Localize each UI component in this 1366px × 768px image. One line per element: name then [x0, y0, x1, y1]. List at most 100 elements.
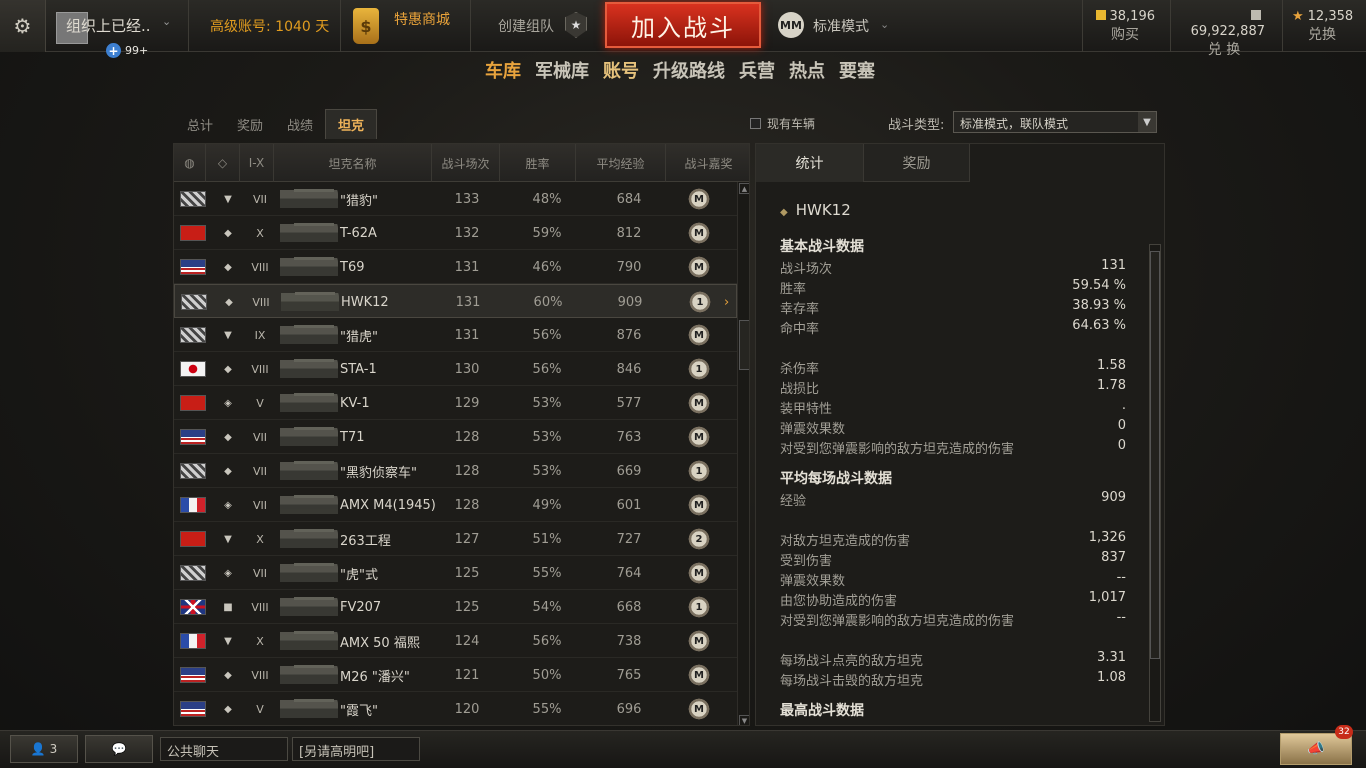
stat-row: 对受到您弹震影响的敌方坦克造成的伤害 -- — [780, 610, 1126, 630]
vehicle-avg-xp: 790 — [616, 259, 642, 275]
mastery-badge-icon: M — [686, 494, 712, 516]
stat-value: . — [1121, 398, 1126, 413]
owned-vehicles-checkbox[interactable] — [750, 118, 761, 129]
table-row[interactable]: ▼ VII "猎豹" 133 48% 684 M — [174, 182, 737, 216]
battle-type-select[interactable]: 标准模式，联队模式 ▼ — [953, 111, 1157, 133]
chevron-down-icon[interactable]: ⌄ — [880, 18, 889, 31]
scroll-thumb[interactable] — [739, 320, 749, 370]
nation-sort-globe-icon[interactable]: ◍ — [174, 144, 206, 182]
nav-techtree[interactable]: 升级路线 — [646, 57, 732, 83]
tab-vehicles[interactable]: 坦克 — [325, 109, 378, 139]
table-row[interactable]: ◈ VII "虎"式 125 55% 764 M — [174, 556, 737, 590]
table-row[interactable]: ▼ X 263工程 127 51% 727 2 — [174, 522, 737, 556]
section-title: 平均每场战斗数据 — [780, 471, 892, 487]
table-row[interactable]: ◆ X T-62A 132 59% 812 M — [174, 216, 737, 250]
vehicle-battles: 130 — [454, 361, 480, 377]
nav-depot[interactable]: 军械库 — [528, 57, 596, 83]
vehicle-type-icon: ◆ — [224, 431, 232, 443]
nav-hotspot[interactable]: 热点 — [782, 57, 832, 83]
usa-flag-icon — [180, 429, 206, 445]
gold-icon — [1095, 10, 1106, 20]
vehicle-battles: 128 — [454, 429, 480, 445]
tank-image — [280, 422, 338, 452]
stat-row: 命中率 64.63 % — [780, 318, 1126, 338]
invite-badge[interactable]: + 99+ — [106, 43, 148, 58]
vehicle-type-icon: ◆ — [224, 363, 232, 375]
winrate-sort-header[interactable]: 胜率 — [500, 144, 576, 182]
stat-row: 经验 909 — [780, 490, 1126, 510]
avgxp-sort-header[interactable]: 平均经验 — [576, 144, 666, 182]
public-chat-channel[interactable]: 公共聊天 — [160, 737, 288, 761]
contacts-button[interactable]: 👤 3 — [10, 735, 78, 763]
table-row[interactable]: ■ VIII FV207 125 54% 668 1 — [174, 590, 737, 624]
tab-awards[interactable]: 奖励 — [225, 109, 275, 139]
vehicle-winrate: 60% — [533, 294, 563, 310]
table-row[interactable]: ◆ VIII T69 131 46% 790 M — [174, 250, 737, 284]
nav-garage[interactable]: 车库 — [478, 57, 528, 83]
type-sort-icon[interactable]: ◇ — [206, 144, 240, 182]
scroll-down-icon[interactable]: ▼ — [739, 715, 749, 725]
name-sort-header[interactable]: 坦克名称 — [274, 144, 432, 182]
mastery-badge-icon: M — [686, 664, 712, 686]
table-scrollbar[interactable]: ▲ ▼ — [737, 182, 749, 725]
mastery-sort-header[interactable]: 战斗嘉奖 — [666, 144, 749, 182]
squad-star-icon[interactable]: ★ — [565, 12, 587, 38]
battles-sort-header[interactable]: 战斗场次 — [432, 144, 500, 182]
shop-bag-icon[interactable]: $ — [353, 8, 379, 44]
nav-barracks[interactable]: 兵营 — [732, 57, 782, 83]
tank-image — [280, 354, 338, 384]
tab-vehicle-awards[interactable]: 奖励 — [864, 144, 970, 182]
battle-button[interactable]: 加入战斗 — [605, 2, 761, 48]
table-row[interactable]: ▼ IX "猎虎" 131 56% 876 M — [174, 318, 737, 352]
battle-mode-icon[interactable]: MM — [778, 12, 804, 38]
table-row[interactable]: ◆ V "霞飞" 120 55% 696 M — [174, 692, 737, 725]
battle-mode-select[interactable]: 标准模式 — [813, 16, 869, 36]
clan-name[interactable]: 组织上已经.. — [66, 15, 151, 36]
tab-summary[interactable]: 总计 — [175, 109, 225, 139]
table-row[interactable]: ◆ VII "黑豹侦察车" 128 53% 669 1 — [174, 454, 737, 488]
create-squad-button[interactable]: 创建组队 — [498, 16, 554, 36]
tank-image — [280, 456, 338, 486]
detail-scrollbar[interactable] — [1149, 244, 1161, 722]
tab-statistics[interactable]: 统计 — [756, 144, 864, 182]
vehicle-tier: VIII — [251, 260, 269, 274]
stat-row: 杀伤率 1.58 — [780, 358, 1126, 378]
shop-label[interactable]: 特惠商城 — [394, 9, 450, 29]
vehicle-tier: VII — [252, 464, 267, 478]
premium-account[interactable]: 高级账号: 1040 天 — [210, 16, 329, 36]
table-row[interactable]: ◈ V KV-1 129 53% 577 M — [174, 386, 737, 420]
premium-label: 高级账号: — [210, 19, 271, 35]
stat-label: 每场战斗击毁的敌方坦克 — [780, 674, 924, 689]
table-row[interactable]: ◆ VIII M26 "潘兴" 121 50% 765 M — [174, 658, 737, 692]
battle-type-value: 标准模式，联队模式 — [960, 117, 1069, 131]
nav-stronghold[interactable]: 要塞 — [832, 57, 882, 83]
stat-label: 弹震效果数 — [780, 574, 846, 589]
tank-image — [280, 524, 338, 554]
table-row[interactable]: ◈ VII AMX M4(1945) 128 49% 601 M — [174, 488, 737, 522]
free-xp-counter[interactable]: ★ 12,358 兑换 — [1292, 9, 1353, 44]
tab-records[interactable]: 战绩 — [275, 109, 325, 139]
megaphone-icon: 📣 — [1307, 741, 1325, 757]
stat-label: 装甲特性 — [780, 402, 833, 417]
table-row[interactable]: ▼ X AMX 50 福熙 124 56% 738 M — [174, 624, 737, 658]
stat-row: 对敌方坦克造成的伤害 1,326 — [780, 530, 1126, 550]
gold-counter[interactable]: 38,196 购买 — [1095, 9, 1155, 44]
vehicle-winrate: 56% — [532, 361, 562, 377]
clan-chat-channel[interactable]: [另请高明吧] — [292, 737, 420, 761]
stat-label: 每场战斗点亮的敌方坦克 — [780, 654, 924, 669]
tier-sort-header[interactable]: I-X — [240, 144, 274, 182]
vehicle-tier: VII — [252, 192, 267, 206]
credits-counter[interactable]: 69,922,887 兑 换 — [1183, 9, 1265, 59]
chat-button[interactable]: 💬 — [85, 735, 153, 763]
scroll-thumb[interactable] — [1150, 251, 1160, 659]
chevron-down-icon[interactable]: ⌄ — [162, 15, 171, 28]
table-row[interactable]: ◆ VIII HWK12 131 60% 909 1 › — [174, 284, 737, 318]
table-row[interactable]: ◆ VIII STA-1 130 56% 846 1 — [174, 352, 737, 386]
scroll-up-icon[interactable]: ▲ — [739, 183, 749, 194]
stat-label: 命中率 — [780, 322, 820, 337]
table-row[interactable]: ◆ VII T71 128 53% 763 M — [174, 420, 737, 454]
settings-gear-icon[interactable]: ⚙ — [0, 0, 46, 52]
nav-account[interactable]: 账号 — [596, 57, 646, 83]
owned-vehicles-filter[interactable]: 现有车辆 — [750, 115, 815, 132]
dropdown-arrow-icon[interactable]: ▼ — [1138, 112, 1156, 132]
